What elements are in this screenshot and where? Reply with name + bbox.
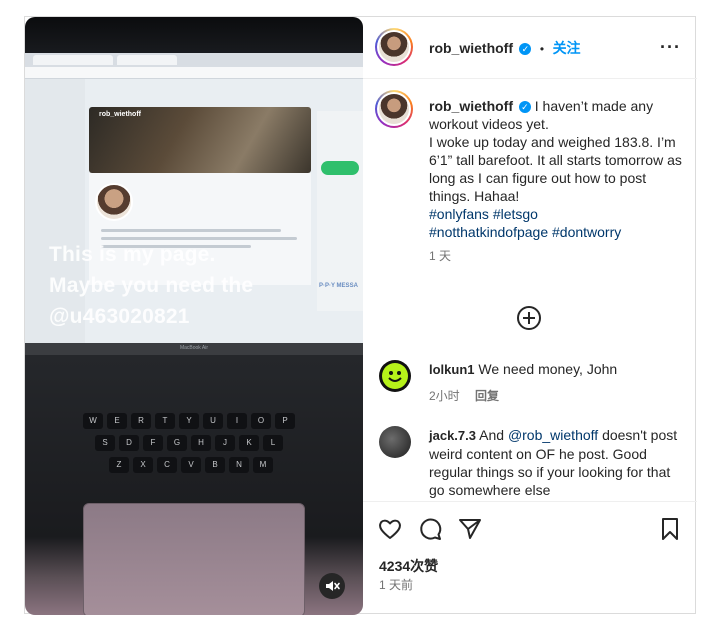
commenter-avatar[interactable]	[379, 426, 411, 458]
laptop-model-label: MacBook Air	[179, 345, 209, 351]
keyboard-key: R	[131, 413, 151, 429]
verified-badge-icon: ✓	[519, 42, 532, 55]
caption-username[interactable]: rob_wiethoff	[429, 98, 513, 114]
keyboard-key: E	[107, 413, 127, 429]
follow-button[interactable]: 关注	[553, 40, 581, 56]
post-header: rob_wiethoff ✓ • 关注 ···	[363, 17, 697, 79]
screen-green-pill	[321, 161, 359, 175]
screen-text-line	[101, 229, 281, 232]
like-count[interactable]: 4234次赞	[379, 556, 438, 576]
paper-plane-icon	[459, 519, 481, 539]
keyboard-key: L	[263, 435, 283, 451]
comment-meta: 2小时 回复	[429, 387, 685, 405]
save-button[interactable]	[657, 516, 683, 542]
screen-profile-avatar	[95, 183, 133, 221]
keyboard-key: B	[205, 457, 225, 473]
keyboard-key: V	[181, 457, 201, 473]
keyboard-key: X	[133, 457, 153, 473]
keyboard-key: Z	[109, 457, 129, 473]
comment-icon	[420, 518, 442, 540]
keyboard-key: P	[275, 413, 295, 429]
header-username[interactable]: rob_wiethoff	[429, 40, 513, 56]
caption-timestamp: 1 天	[429, 249, 452, 263]
overlay-line: This is my page.	[49, 243, 216, 266]
keyboard-key: K	[239, 435, 259, 451]
header-author-row: rob_wiethoff ✓ • 关注	[429, 38, 581, 58]
browser-urlbar	[25, 67, 363, 79]
like-button[interactable]	[377, 516, 403, 542]
plus-circle-icon[interactable]	[517, 306, 541, 330]
hashtag-link[interactable]: #notthatkindofpage	[429, 224, 548, 240]
mention-link[interactable]: @rob_wiethoff	[508, 427, 598, 443]
browser-tabbar	[25, 53, 363, 67]
smiley-avatar-icon	[382, 363, 408, 389]
browser-tab	[33, 55, 113, 65]
comment-text: And	[479, 427, 505, 443]
verified-badge-icon: ✓	[518, 101, 531, 114]
overlay-line: @u463020821	[49, 305, 190, 328]
hashtag-link[interactable]: #letsgo	[493, 206, 538, 222]
comment-body: jack.7.3 And @rob_wiethoff doesn't post …	[429, 426, 685, 499]
keyboard-key: I	[227, 413, 247, 429]
post-date: 1 天前	[379, 578, 414, 592]
post-dialog: rob_wiethoff P·P·Y MESSA This is my page…	[24, 16, 697, 615]
comment-item: lolkun1 We need money, John 2小时 回复	[379, 360, 685, 420]
laptop-keyboard: WERTYUIOP SDFGHJKL ZXCVBNM	[25, 357, 363, 497]
keyboard-key: C	[157, 457, 177, 473]
comment-body: lolkun1 We need money, John 2小时 回复	[429, 360, 685, 405]
comment-username[interactable]: jack.7.3	[429, 428, 476, 443]
keyboard-key: H	[191, 435, 211, 451]
keyboard-key: U	[203, 413, 223, 429]
hashtag-link[interactable]: #onlyfans	[429, 206, 489, 222]
screen-banner-name: rob_wiethoff	[99, 111, 141, 118]
reply-button[interactable]: 回复	[475, 389, 499, 403]
comment-item: jack.7.3 And @rob_wiethoff doesn't post …	[379, 426, 685, 500]
comment-username[interactable]: lolkun1	[429, 362, 475, 377]
keyboard-key: M	[253, 457, 273, 473]
keyboard-key: S	[95, 435, 115, 451]
caption-text: I woke up today and weighed 183.8. I’m 6…	[429, 134, 682, 204]
post-media[interactable]: rob_wiethoff P·P·Y MESSA This is my page…	[25, 17, 363, 615]
post-sidebar: rob_wiethoff ✓ • 关注 ··· rob_wiethoff ✓ I…	[363, 17, 697, 615]
overlay-line: Maybe you need the	[49, 274, 254, 297]
share-button[interactable]	[457, 516, 483, 542]
laptop-trackpad	[83, 503, 305, 615]
post-actions: 4234次赞 1 天前	[363, 501, 697, 616]
heart-icon	[379, 519, 401, 539]
keyboard-key: F	[143, 435, 163, 451]
keyboard-key: G	[167, 435, 187, 451]
keyboard-key: J	[215, 435, 235, 451]
more-options-icon[interactable]: ···	[660, 37, 681, 58]
comment-time: 2小时	[429, 389, 460, 403]
keyboard-key: Y	[179, 413, 199, 429]
caption-author-avatar[interactable]	[375, 90, 413, 128]
keyboard-key: N	[229, 457, 249, 473]
post-caption: rob_wiethoff ✓ I haven’t made any workou…	[429, 97, 685, 265]
comment-text: We need money, John	[478, 361, 618, 377]
keyboard-key: D	[119, 435, 139, 451]
mute-button[interactable]	[319, 573, 345, 599]
header-separator: •	[539, 42, 545, 56]
keyboard-key: T	[155, 413, 175, 429]
keyboard-key: O	[251, 413, 271, 429]
speaker-muted-icon	[326, 581, 340, 591]
browser-tab	[117, 55, 177, 65]
bookmark-icon	[662, 518, 678, 540]
keyboard-key: W	[83, 413, 103, 429]
media-overlay-text: This is my page. Maybe you need the @u46…	[49, 239, 349, 332]
hashtag-link[interactable]: #dontworry	[552, 224, 621, 240]
commenter-avatar[interactable]	[379, 360, 411, 392]
author-avatar[interactable]	[375, 28, 413, 66]
comment-button[interactable]	[417, 516, 443, 542]
